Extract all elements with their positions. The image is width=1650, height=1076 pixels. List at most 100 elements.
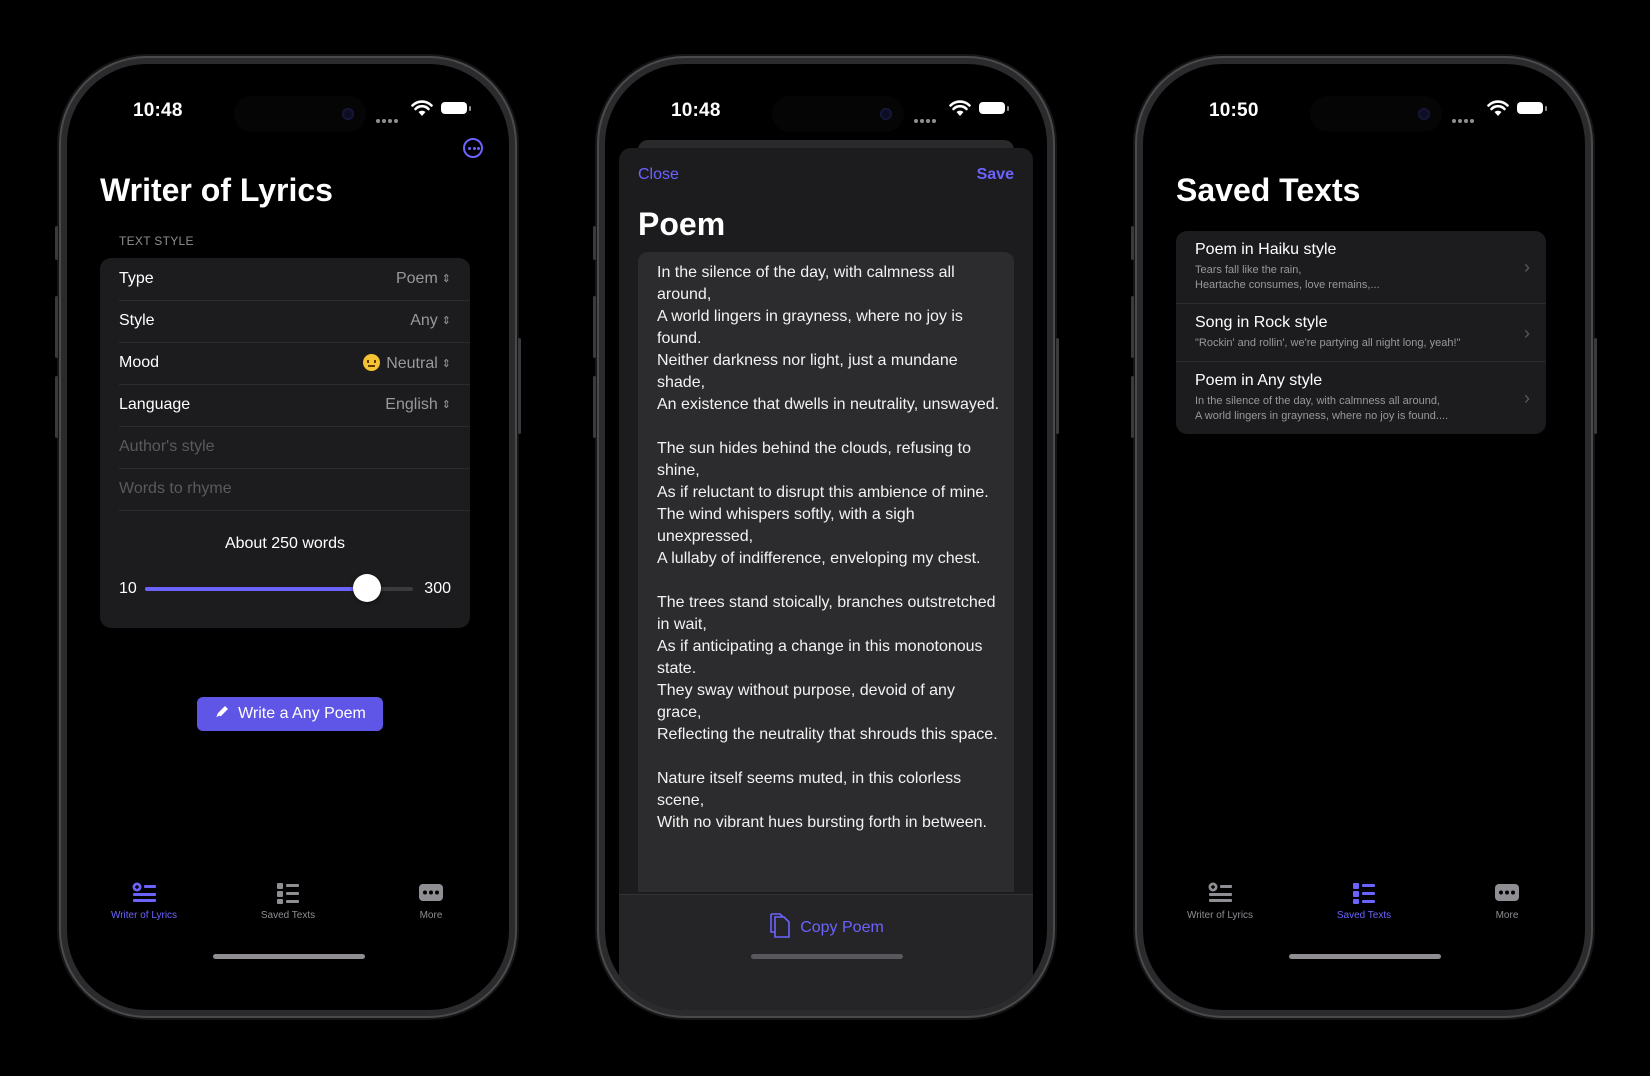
compose-list-icon (132, 882, 156, 902)
list-item[interactable]: Song in Rock style "Rockin' and rollin',… (1176, 304, 1546, 362)
words-to-rhyme-placeholder: Words to rhyme (119, 480, 232, 497)
tab-writer-of-lyrics[interactable]: Writer of Lyrics (1170, 882, 1270, 921)
tab-saved-texts[interactable]: Saved Texts (1314, 882, 1414, 921)
chevron-updown-icon: ⇕ (441, 399, 451, 411)
home-indicator (1289, 954, 1441, 959)
signal-icon (376, 110, 400, 123)
item-title: Poem in Any style (1195, 372, 1323, 389)
copy-document-icon (770, 913, 791, 938)
status-time: 10:48 (133, 100, 183, 121)
saved-texts-list: Poem in Haiku style Tears fall like the … (1176, 231, 1546, 434)
page-title: Writer of Lyrics (100, 172, 333, 208)
slider-max-label: 300 (424, 580, 451, 597)
chevron-right-icon: › (1524, 388, 1530, 408)
item-subtitle: Tears fall like the rain, Heartache cons… (1195, 264, 1380, 291)
tab-label: More (1495, 910, 1519, 921)
tab-label: Writer of Lyrics (1186, 910, 1254, 921)
words-to-rhyme-field[interactable]: Words to rhyme (119, 468, 470, 511)
list-item[interactable]: Poem in Haiku style Tears fall like the … (1176, 231, 1546, 304)
list-icon (1353, 883, 1375, 904)
status-time: 10:50 (1209, 100, 1259, 121)
tab-more[interactable]: More (1457, 882, 1557, 921)
battery-icon (979, 102, 1009, 114)
status-time: 10:48 (671, 100, 721, 121)
style-value: Any (410, 312, 438, 329)
dynamic-island (234, 96, 366, 132)
chevron-right-icon: › (1524, 322, 1530, 343)
slider-min-label: 10 (119, 580, 137, 597)
pen-icon (215, 706, 229, 719)
slider-fill (145, 587, 368, 591)
tab-bar: Writer of Lyrics Saved Texts More (67, 882, 509, 942)
phone-saved-texts: 10:50 Saved Texts Poem in Haiku style Te… (1131, 56, 1597, 1018)
tab-label: Saved Texts (260, 910, 316, 921)
more-options-icon[interactable] (463, 138, 483, 158)
screen: 10:48 Close Save Poem In the silence of … (605, 64, 1047, 1010)
write-poem-label: Write a Any Poem (238, 705, 366, 722)
style-picker[interactable]: Style Any ⇕ (119, 300, 470, 343)
list-item[interactable]: Poem in Any style In the silence of the … (1176, 362, 1546, 434)
wifi-icon (949, 100, 971, 116)
signal-icon (914, 110, 938, 123)
screen: 10:48 Writer of Lyrics TEXT STYLE Type P… (67, 64, 509, 1010)
home-indicator (751, 954, 903, 959)
tab-bar: Writer of Lyrics Saved Texts More (1143, 882, 1585, 942)
battery-icon (1517, 102, 1547, 114)
status-bar: 10:48 (67, 96, 509, 132)
write-poem-button[interactable]: Write a Any Poem (197, 697, 383, 731)
screen: 10:50 Saved Texts Poem in Haiku style Te… (1143, 64, 1585, 1010)
status-bar: 10:48 (605, 96, 1047, 132)
item-title: Poem in Haiku style (1195, 241, 1337, 258)
tab-label: Saved Texts (1336, 910, 1392, 921)
list-icon (277, 883, 299, 904)
type-value: Poem (395, 270, 438, 287)
mood-picker[interactable]: Mood Neutral ⇕ (119, 342, 470, 385)
chevron-updown-icon: ⇕ (441, 358, 451, 370)
wifi-icon (411, 100, 433, 116)
word-count-label: About 250 words (224, 535, 346, 552)
language-label: Language (119, 396, 191, 413)
close-button[interactable]: Close (638, 166, 679, 184)
poem-sheet: Close Save Poem In the silence of the da… (619, 148, 1033, 1010)
tab-label: Writer of Lyrics (110, 910, 178, 921)
item-title: Song in Rock style (1195, 314, 1328, 331)
chevron-right-icon: › (1524, 257, 1530, 277)
tab-more[interactable]: More (381, 882, 481, 921)
item-subtitle: "Rockin' and rollin', we're partying all… (1195, 337, 1461, 349)
ellipsis-bubble-icon (419, 884, 443, 901)
signal-icon (1452, 110, 1476, 123)
text-style-form: Type Poem ⇕ Style Any ⇕ Mood Neutral ⇕ Lang… (100, 258, 470, 628)
style-label: Style (119, 312, 155, 329)
language-picker[interactable]: Language English ⇕ (119, 384, 470, 427)
author-style-field[interactable]: Author's style (119, 426, 470, 469)
battery-icon (441, 102, 471, 114)
tab-writer-of-lyrics[interactable]: Writer of Lyrics (94, 882, 194, 921)
ellipsis-bubble-icon (1495, 884, 1519, 901)
mood-value: Neutral (386, 355, 438, 372)
copy-poem-label: Copy Poem (800, 919, 884, 936)
status-bar: 10:50 (1143, 96, 1585, 132)
page-title: Saved Texts (1176, 172, 1361, 208)
item-subtitle: In the silence of the day, with calmness… (1195, 395, 1449, 422)
mood-label: Mood (119, 354, 160, 371)
neutral-face-icon (363, 354, 381, 371)
sheet-title: Poem (638, 206, 726, 242)
author-style-placeholder: Author's style (119, 438, 215, 455)
type-label: Type (119, 270, 154, 287)
phone-poem: 10:48 Close Save Poem In the silence of … (593, 56, 1059, 1018)
slider-thumb[interactable] (353, 574, 382, 602)
chevron-updown-icon: ⇕ (441, 315, 451, 327)
save-button[interactable]: Save (977, 166, 1014, 184)
poem-text-view[interactable]: In the silence of the day, with calmness… (638, 252, 1014, 892)
type-picker[interactable]: Type Poem ⇕ (119, 258, 470, 301)
dynamic-island (772, 96, 904, 132)
tab-saved-texts[interactable]: Saved Texts (238, 882, 338, 921)
wifi-icon (1487, 100, 1509, 116)
copy-poem-button[interactable]: Copy Poem (619, 913, 1033, 939)
tab-label: More (419, 910, 443, 921)
bottom-toolbar: Copy Poem (619, 894, 1033, 1010)
home-indicator (213, 954, 365, 959)
section-label: TEXT STYLE (119, 234, 194, 248)
poem-text: In the silence of the day, with calmness… (657, 264, 1000, 831)
language-value: English (385, 396, 438, 413)
